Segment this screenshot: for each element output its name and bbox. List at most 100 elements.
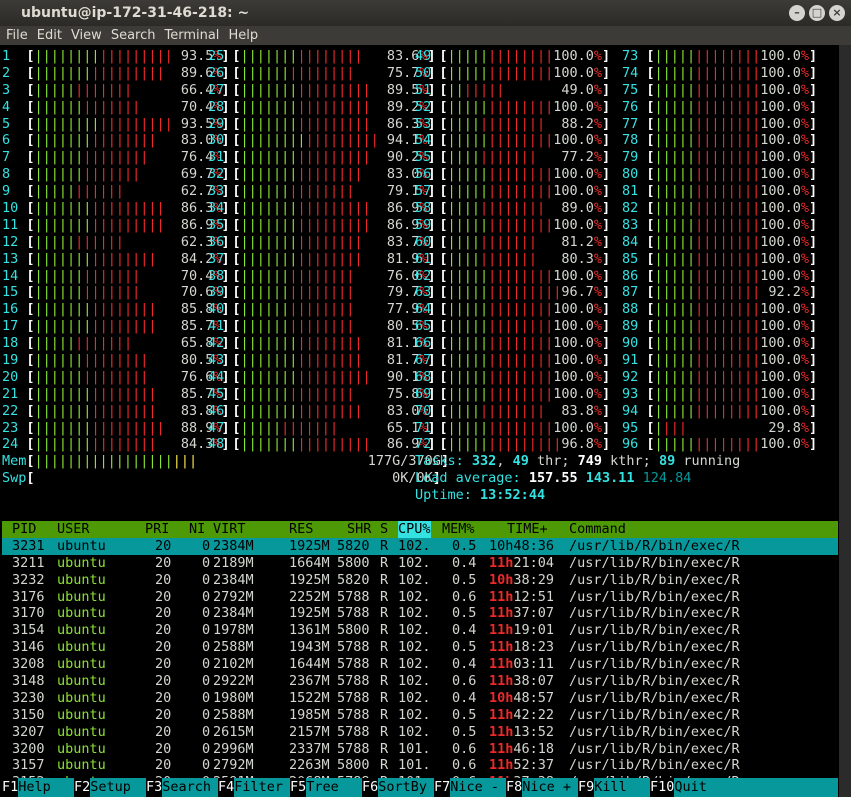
cpu-meter-92: 92 [|||||||||||||100.0%] xyxy=(622,369,817,386)
cpu-number: 43 xyxy=(208,352,233,369)
process-row[interactable]: 3230 ubuntu 20 0 1980M 1522M 5788 R 102. 0.4 10h48… xyxy=(2,690,838,707)
process-row[interactable]: 3200 ubuntu 20 0 2996M 2337M 5788 R 101. 0.6 11h46… xyxy=(2,741,838,758)
cpu-meter-35: 35 [|||||||||||||||| 86.9%] xyxy=(208,217,436,234)
column-header-pid[interactable]: PID xyxy=(12,521,36,538)
fkey-f1[interactable]: F1 Help xyxy=(2,778,74,797)
close-icon[interactable]: × xyxy=(829,5,845,21)
time: 10h38:29 xyxy=(489,572,554,589)
priority: 20 xyxy=(155,656,172,673)
cpu-meter-58: 58 [|||||||||||| 89.0%] xyxy=(415,200,610,217)
user: ubuntu xyxy=(57,622,106,639)
user: ubuntu xyxy=(57,740,106,757)
fkey-f10[interactable]: F10 Quit xyxy=(650,778,838,797)
process-row[interactable]: 3231 ubuntu 20 0 2384M 1925M 5820 R 102. 0.5 10h48… xyxy=(2,537,838,555)
cpu-number: 85 xyxy=(622,250,647,267)
cpu-bar-user: ||||| xyxy=(654,98,696,115)
column-header-command[interactable]: Command xyxy=(569,521,626,538)
cpu-percent-value: 100.0 xyxy=(760,149,801,166)
minimize-icon[interactable]: – xyxy=(789,5,805,21)
menu-help[interactable]: Help xyxy=(228,26,258,45)
menu-terminal[interactable]: Terminal xyxy=(164,26,219,45)
cpu-bar-user: ||||| xyxy=(447,48,489,64)
process-table-header[interactable]: PID USER PRI NI VIRT RES SHR S CPU% MEM% TIME+ Comm… xyxy=(2,520,838,538)
virt: 2792M xyxy=(213,588,254,605)
cpu-bar-user: ||||| xyxy=(447,98,489,115)
tasks-line: Tasks: 332, 49 thr; 749 kthr; 89 running xyxy=(415,453,741,470)
cpu-number: 21 xyxy=(2,385,27,402)
cpu-bar: ||||||||||||| xyxy=(448,65,554,81)
menu-edit[interactable]: Edit xyxy=(37,26,62,45)
cpu-number: 38 xyxy=(208,267,233,284)
cpu-bar-user: ||||| xyxy=(447,385,489,402)
meter-bracket: [ xyxy=(439,385,448,402)
fkey-f9[interactable]: F9 Kill xyxy=(578,778,650,797)
cpu-bar-user: ||||||| xyxy=(34,200,92,217)
process-row[interactable]: 3207 ubuntu 20 0 2615M 2157M 5788 R 102. 0.5 11h13… xyxy=(2,724,838,741)
column-header-s[interactable]: S xyxy=(380,521,388,538)
process-row[interactable]: 3211 ubuntu 20 0 2189M 1664M 5800 R 102. 0.4 11h21… xyxy=(2,555,838,572)
cpu-meter-25: 25 [||||||||||||||| 83.6%] xyxy=(208,48,436,65)
time: 11h38:07 xyxy=(489,673,554,690)
meter-bracket: ] xyxy=(601,183,611,200)
column-header-virt[interactable]: VIRT xyxy=(213,521,246,538)
cpu-meter-row: 2 [|||||||||||||||| 89.6%] 26 [||||||||||… xyxy=(2,65,838,82)
cpu-bar-user: |||| xyxy=(447,115,481,132)
meter-bracket: [ xyxy=(646,402,655,419)
cpu-meter-91: 91 [|||||||||||||100.0%] xyxy=(622,352,817,369)
cpu-meter-69: 69 [|||||||||||||100.0%] xyxy=(415,386,610,403)
mem-percent: 0.6 xyxy=(452,757,477,774)
cpu-number: 67 xyxy=(415,352,440,369)
cpu-percent-value: 100.0 xyxy=(760,233,801,250)
column-header-pri[interactable]: PRI xyxy=(145,521,169,538)
cpu-number: 20 xyxy=(2,368,27,385)
fkey-f2[interactable]: F2 Setup xyxy=(74,778,146,797)
cpu-bar-user: ||||||| xyxy=(240,436,298,453)
cpu-bar-user: ||||| xyxy=(654,233,696,250)
cpu-bar-system: |||||||| xyxy=(91,250,157,267)
column-header-res[interactable]: RES xyxy=(289,521,313,538)
cpu-bar: ||||||||||||||| xyxy=(241,352,387,368)
cpu-bar-user: ||||||| xyxy=(34,250,92,267)
terminal-scrollbar[interactable] xyxy=(839,45,851,797)
cpu-bar: ||||||||||| xyxy=(448,234,562,250)
fkey-f7[interactable]: F7 Nice - xyxy=(434,778,506,797)
process-row[interactable]: 3170 ubuntu 20 0 2384M 1925M 5788 R 102. 0.5 11h37… xyxy=(2,605,838,622)
menu-view[interactable]: View xyxy=(71,26,102,45)
cpu-bar-system: |||||||| xyxy=(297,352,363,369)
cpu-bar-user: ||||| xyxy=(654,301,696,318)
column-header-shr[interactable]: SHR xyxy=(347,521,371,538)
fkey-f3[interactable]: F3 Search xyxy=(146,778,218,797)
column-header-user[interactable]: USER xyxy=(57,521,90,538)
process-row[interactable]: 3148 ubuntu 20 0 2922M 2367M 5788 R 102. 0.6 11h38… xyxy=(2,673,838,690)
menu-file[interactable]: File xyxy=(6,26,28,45)
process-row[interactable]: 3157 ubuntu 20 0 2792M 2263M 5800 R 101. 0.6 11h52… xyxy=(2,757,838,774)
menu-search[interactable]: Search xyxy=(111,26,156,45)
maximize-icon[interactable]: □ xyxy=(809,5,825,21)
column-header-ni[interactable]: NI xyxy=(189,521,205,538)
cpu-meter-3: 3 [|||||||||||| 66.4%] xyxy=(2,82,230,99)
cpu-bar: ||||||||||||| xyxy=(448,217,554,233)
column-header-time[interactable]: TIME+ xyxy=(507,521,548,538)
column-header-cpu[interactable]: CPU% xyxy=(398,520,431,538)
fkey-f6[interactable]: F6 SortBy xyxy=(362,778,434,797)
cpu-bar-user: |||||| xyxy=(34,368,84,385)
time-hours: 11h xyxy=(489,622,514,639)
fkey-f5[interactable]: F5 Tree xyxy=(290,778,362,797)
process-row[interactable]: 3154 ubuntu 20 0 1978M 1361M 5800 R 102. 0.4 11h19… xyxy=(2,622,838,639)
column-header-mem[interactable]: MEM% xyxy=(442,521,475,538)
meter-bracket: [ xyxy=(232,284,241,301)
process-row[interactable]: 3146 ubuntu 20 0 2588M 1943M 5788 R 102. 0.5 11h18… xyxy=(2,639,838,656)
nice: 0 xyxy=(202,689,211,706)
process-row[interactable]: 3150 ubuntu 20 0 2588M 1985M 5788 R 102. 0.5 11h42… xyxy=(2,707,838,724)
meter-bracket: [ xyxy=(26,115,35,132)
fkey-f4[interactable]: F4 Filter xyxy=(218,778,290,797)
cpu-percent: 100.0% xyxy=(553,335,602,351)
process-row[interactable]: 3232 ubuntu 20 0 2384M 1925M 5820 R 102. 0.5 10h38… xyxy=(2,572,838,589)
process-row[interactable]: 3176 ubuntu 20 0 2792M 2252M 5788 R 102. 0.6 11h12… xyxy=(2,589,838,606)
fkey-f8[interactable]: F8 Nice + xyxy=(506,778,578,797)
process-row[interactable]: 3208 ubuntu 20 0 2102M 1644M 5788 R 102. 0.4 11h03… xyxy=(2,656,838,673)
pid: 3170 xyxy=(12,605,45,622)
cpu-number: 36 xyxy=(208,233,233,250)
cpu-meter-59: 59 [|||||||||||||100.0%] xyxy=(415,217,610,234)
terminal-area[interactable]: 1 [||||||||||||||||| 93.5%] 25 [|||||||||… xyxy=(2,48,838,797)
